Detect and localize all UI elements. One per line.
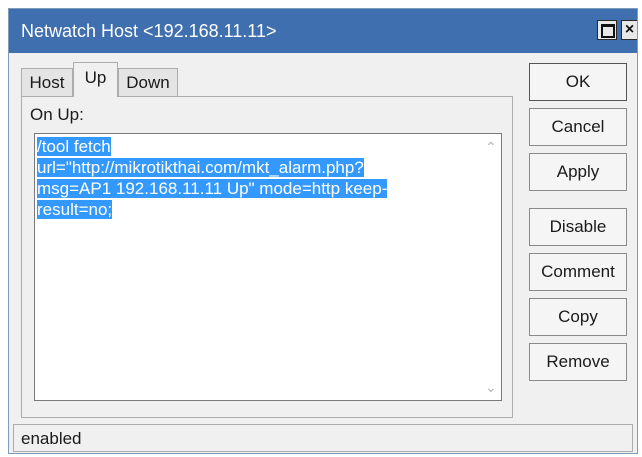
script-line: url="http://mikrotikthai.com/mkt_alarm.p… (37, 158, 364, 177)
cancel-button[interactable]: Cancel (529, 108, 627, 146)
disable-button[interactable]: Disable (529, 208, 627, 246)
remove-button[interactable]: Remove (529, 343, 627, 381)
tab-up[interactable]: Up (73, 62, 118, 97)
status-bar: enabled (13, 424, 633, 452)
tab-host[interactable]: Host (21, 68, 73, 96)
maximize-icon[interactable] (597, 20, 617, 40)
scroll-up-arrow-icon[interactable]: ⌃ (485, 140, 497, 154)
netwatch-host-window: Netwatch Host <192.168.11.11> × Host Up … (8, 8, 638, 454)
on-up-label: On Up: (30, 105, 84, 124)
tab-down[interactable]: Down (118, 68, 178, 96)
apply-button[interactable]: Apply (529, 153, 627, 191)
on-up-script-text: /tool fetch url="http://mikrotikthai.com… (37, 136, 467, 220)
script-line: result=no; (37, 200, 113, 219)
window-title: Netwatch Host <192.168.11.11> (21, 21, 277, 41)
comment-button[interactable]: Comment (529, 253, 627, 291)
status-text: enabled (21, 429, 82, 448)
on-up-script-textarea[interactable]: /tool fetch url="http://mikrotikthai.com… (34, 133, 502, 401)
copy-button[interactable]: Copy (529, 298, 627, 336)
close-icon[interactable]: × (621, 20, 637, 40)
script-line: /tool fetch (37, 137, 111, 156)
scroll-down-arrow-icon[interactable]: ⌄ (485, 380, 497, 394)
script-line: msg=AP1 192.168.11.11 Up" mode=http keep… (37, 179, 388, 198)
vertical-scrollbar[interactable]: ⌃ ⌄ (481, 134, 501, 400)
ok-button[interactable]: OK (529, 63, 627, 101)
titlebar[interactable]: Netwatch Host <192.168.11.11> × (9, 9, 637, 53)
tab-panel-up: On Up: /tool fetch url="http://mikrotikt… (21, 96, 513, 418)
